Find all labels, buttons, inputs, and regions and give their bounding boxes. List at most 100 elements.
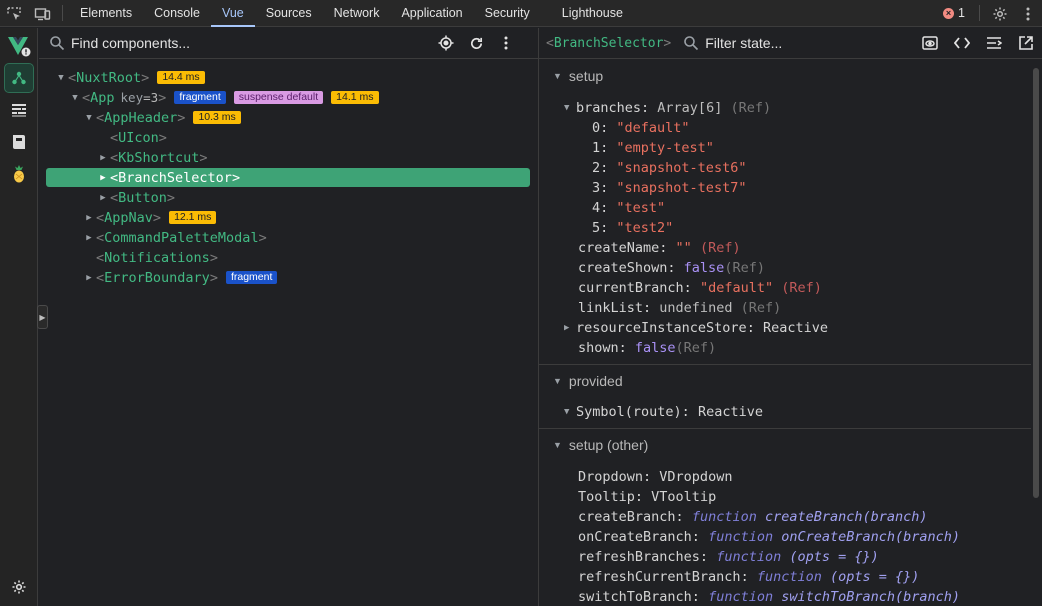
timeline-icon[interactable] (5, 96, 33, 124)
expand-arrow-icon[interactable]: ▼ (54, 73, 68, 83)
routes-book-icon[interactable] (5, 128, 33, 156)
tab-lighthouse[interactable]: Lighthouse (551, 0, 634, 26)
tree-node-button[interactable]: ▶ < Button > (46, 188, 530, 207)
collapse-arrow-icon[interactable]: ▶ (82, 213, 96, 223)
state-row-createname[interactable]: createName: "" (Ref) (578, 239, 741, 257)
search-icon (50, 36, 65, 51)
settings-icon[interactable] (5, 573, 33, 601)
vertical-scrollbar[interactable] (1033, 68, 1039, 498)
more-options-icon[interactable] (1014, 0, 1042, 27)
fragment-badge: fragment (225, 271, 278, 284)
filter-state-input[interactable] (705, 35, 896, 51)
tab-security[interactable]: Security (474, 0, 541, 26)
state-row-shown[interactable]: shown: false (Ref) (578, 339, 716, 357)
more-options-icon[interactable] (491, 28, 521, 58)
expand-arrow-icon[interactable]: ▼ (564, 407, 576, 417)
find-components-input[interactable] (71, 35, 431, 51)
error-icon: × (943, 7, 955, 19)
array-item[interactable]: 1: "empty-test" (592, 139, 714, 157)
render-time-badge: 12.1 ms (169, 211, 217, 224)
toolbar-separator (62, 5, 63, 21)
state-row-function[interactable]: refreshCurrentBranch: function (opts = {… (578, 568, 919, 586)
expand-sidebar-handle[interactable]: ▶ (37, 305, 48, 329)
tree-node-errorboundary[interactable]: ▶ < ErrorBoundary > fragment (46, 268, 530, 287)
state-row-symbol-route[interactable]: ▼ Symbol(route): Reactive (564, 403, 763, 421)
collapse-arrow-icon[interactable]: ▶ (96, 193, 110, 203)
collapse-arrow-icon[interactable]: ▶ (82, 273, 96, 283)
search-icon (684, 36, 699, 51)
error-count-badge[interactable]: × 1 (935, 0, 973, 26)
expand-arrow-icon[interactable]: ▼ (564, 103, 576, 113)
vue-logo-icon[interactable] (5, 32, 33, 60)
collapse-arrow-icon[interactable]: ▶ (564, 323, 576, 333)
array-item[interactable]: 4: "test" (592, 199, 665, 217)
tree-node-branchselector[interactable]: ▶ < BranchSelector > (46, 168, 530, 187)
tree-node-appheader[interactable]: ▼ < AppHeader > 10.3 ms (46, 108, 530, 127)
components-pane: ▼ <NuxtRoot> 14.4 ms ▼ <App key=3> fragm… (37, 28, 538, 606)
render-time-badge: 14.1 ms (331, 91, 379, 104)
expand-arrow-icon[interactable]: ▼ (68, 93, 82, 103)
collapse-arrow-icon[interactable]: ▶ (82, 233, 96, 243)
section-setup-header[interactable]: ▼ setup (553, 68, 603, 84)
tab-vue[interactable]: Vue (210, 0, 255, 27)
pinia-pineapple-icon[interactable] (5, 160, 33, 188)
tab-application[interactable]: Application (390, 0, 473, 26)
tree-node-kbshortcut[interactable]: ▶ < KbShortcut > (46, 148, 530, 167)
tab-network[interactable]: Network (323, 0, 391, 26)
show-render-code-icon[interactable] (946, 28, 978, 58)
state-row-currentbranch[interactable]: currentBranch: "default" (Ref) (578, 279, 822, 297)
components-tree-icon[interactable] (4, 63, 34, 93)
tab-sources[interactable]: Sources (255, 0, 323, 26)
expand-arrow-icon: ▼ (553, 71, 562, 81)
state-row-dropdown[interactable]: Dropdown: VDropdown (578, 468, 732, 486)
selected-component-name: <BranchSelector> (546, 35, 672, 51)
tree-node-uicon[interactable]: < UIcon > (46, 128, 530, 147)
collapse-arrow-icon[interactable]: ▶ (96, 153, 110, 163)
expand-arrow-icon: ▼ (553, 376, 562, 386)
array-item[interactable]: 2: "snapshot-test6" (592, 159, 746, 177)
section-divider (539, 364, 1031, 365)
collapse-arrow-icon[interactable]: ▶ (96, 173, 110, 183)
tree-node-commandpalettemodal[interactable]: ▶ < CommandPaletteModal > (46, 228, 530, 247)
inspect-element-icon[interactable] (0, 0, 28, 27)
state-row-branches[interactable]: ▼ branches: Array[6] (Ref) (564, 99, 771, 117)
state-row-function[interactable]: onCreateBranch: function onCreateBranch(… (578, 528, 960, 546)
tree-node-app[interactable]: ▼ < App key =3 > fragment suspense default … (46, 88, 530, 107)
settings-gear-icon[interactable] (986, 0, 1014, 27)
component-search-bar (39, 28, 538, 59)
refresh-icon[interactable] (461, 28, 491, 58)
state-row-resourceinstancestore[interactable]: ▶ resourceInstanceStore: Reactive (564, 319, 828, 337)
device-toolbar-icon[interactable] (28, 0, 56, 27)
array-item[interactable]: 0: "default" (592, 119, 690, 137)
array-item[interactable]: 3: "snapshot-test7" (592, 179, 746, 197)
tab-console[interactable]: Console (143, 0, 211, 26)
state-row-function[interactable]: createBranch: function createBranch(bran… (578, 508, 928, 526)
state-row-linklist[interactable]: linkList: undefined (Ref) (578, 299, 781, 317)
toolbar-separator (979, 5, 980, 21)
devtools-tabbar: Elements Console Vue Sources Network App… (0, 0, 1042, 27)
state-header: <BranchSelector> (539, 28, 1042, 59)
inspect-dom-icon[interactable] (978, 28, 1010, 58)
tree-node-notifications[interactable]: < Notifications > (46, 248, 530, 267)
state-row-function[interactable]: switchToBranch: function switchToBranch(… (578, 588, 960, 606)
expand-arrow-icon[interactable]: ▼ (82, 113, 96, 123)
open-in-editor-icon[interactable] (1010, 28, 1042, 58)
tree-node-nuxtroot[interactable]: ▼ < NuxtRoot > 14.4 ms (46, 68, 530, 87)
key-attribute: key (120, 90, 144, 105)
state-row-createshown[interactable]: createShown: false (Ref) (578, 259, 765, 277)
select-component-target-icon[interactable] (431, 28, 461, 58)
array-item[interactable]: 5: "test2" (592, 219, 673, 237)
fragment-badge: fragment (174, 91, 226, 104)
section-setup-other-header[interactable]: ▼ setup (other) (553, 437, 648, 453)
expand-arrow-icon: ▼ (553, 440, 562, 450)
section-divider (539, 428, 1031, 429)
state-row-tooltip[interactable]: Tooltip: VTooltip (578, 488, 716, 506)
tab-elements[interactable]: Elements (69, 0, 143, 26)
state-row-function[interactable]: refreshBranches: function (opts = {}) (578, 548, 879, 566)
suspense-badge: suspense default (233, 91, 324, 104)
tree-node-appnav[interactable]: ▶ < AppNav > 12.1 ms (46, 208, 530, 227)
error-count: 1 (958, 6, 965, 20)
scroll-to-component-icon[interactable] (914, 28, 946, 58)
render-time-badge: 14.4 ms (157, 71, 205, 84)
section-provided-header[interactable]: ▼ provided (553, 373, 623, 389)
